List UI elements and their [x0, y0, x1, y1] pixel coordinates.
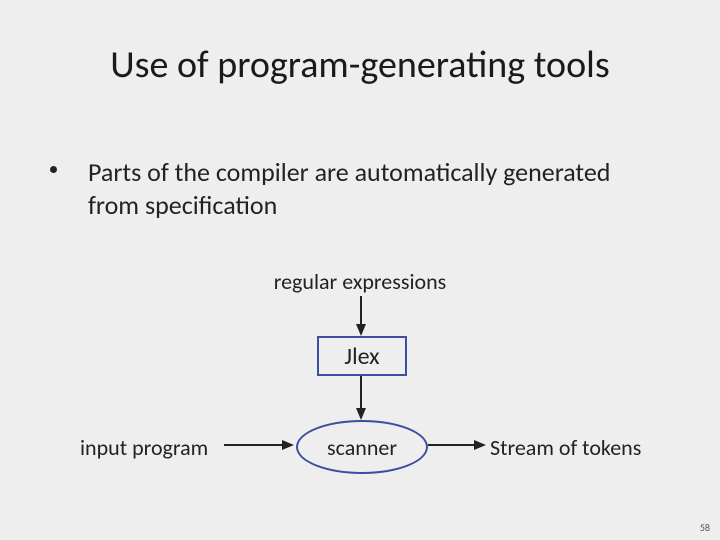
arrow-down-icon: [356, 296, 366, 336]
label-regular-expressions: regular expressions: [0, 268, 720, 295]
label-jlex: Jlex: [344, 342, 379, 371]
slide: Use of program-generating tools Parts of…: [0, 0, 720, 540]
label-scanner: scanner: [327, 434, 397, 461]
label-input-program: input program: [80, 434, 208, 461]
bullet-item: Parts of the compiler are automatically …: [70, 156, 660, 221]
label-stream-of-tokens: Stream of tokens: [490, 434, 641, 461]
arrow-down-icon: [356, 376, 366, 420]
page-number: 58: [700, 521, 710, 534]
bullet-dot-icon: [50, 166, 57, 173]
box-jlex: Jlex: [317, 336, 407, 376]
arrow-right-icon: [428, 440, 486, 450]
ellipse-scanner: scanner: [296, 420, 428, 474]
slide-title: Use of program-generating tools: [0, 42, 720, 88]
arrow-right-icon: [224, 440, 294, 450]
bullet-text: Parts of the compiler are automatically …: [70, 156, 660, 221]
